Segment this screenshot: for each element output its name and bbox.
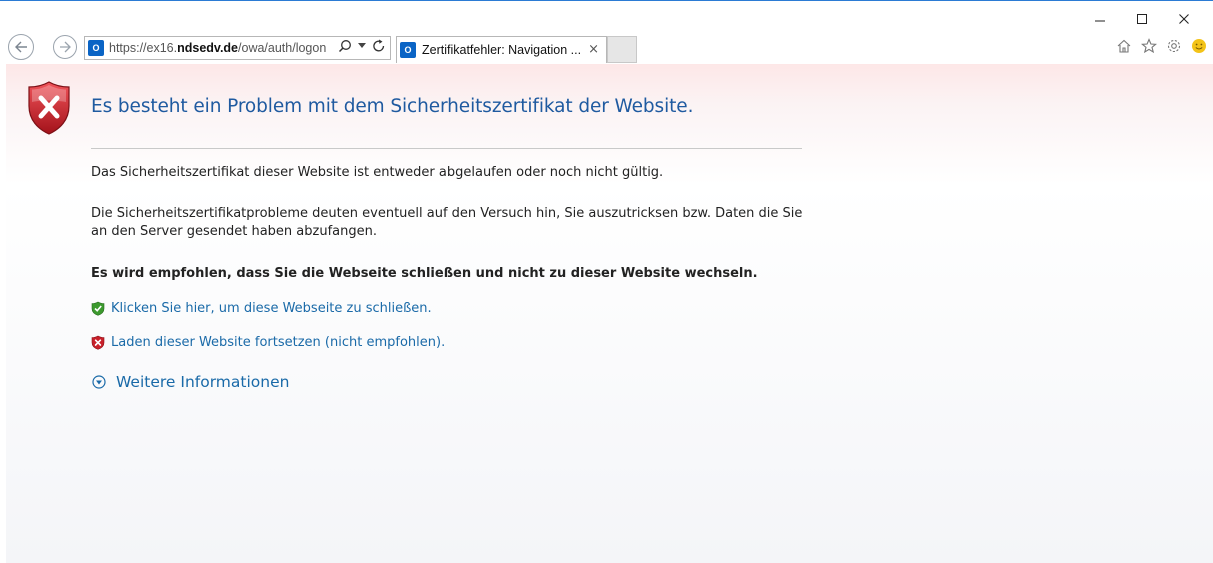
- feedback-smiley-icon[interactable]: [1189, 36, 1209, 56]
- browser-toolbar: O https://ex16.ndsedv.de/owa/auth/logon …: [0, 32, 1213, 64]
- window-top-border: [0, 0, 1213, 1]
- dropdown-arrow-icon[interactable]: [358, 43, 366, 49]
- address-url[interactable]: https://ex16.ndsedv.de/owa/auth/logon: [109, 41, 326, 55]
- favorites-star-icon[interactable]: [1139, 36, 1159, 56]
- back-arrow-icon: [15, 41, 27, 53]
- forward-button[interactable]: [53, 35, 77, 59]
- shield-error-icon: [26, 80, 72, 140]
- settings-gear-icon[interactable]: [1164, 36, 1184, 56]
- url-prefix: https://ex16.: [109, 41, 178, 55]
- close-window-button[interactable]: [1166, 8, 1202, 30]
- continue-to-website-link[interactable]: Laden dieser Website fortsetzen (nicht e…: [91, 335, 445, 350]
- close-page-link[interactable]: Klicken Sie hier, um diese Webseite zu s…: [91, 301, 432, 316]
- url-domain: ndsedv.de: [177, 41, 239, 55]
- tab-title: Zertifikatfehler: Navigation ...: [422, 43, 582, 57]
- tab-close-button[interactable]: ×: [588, 42, 599, 57]
- tab-certificate-error[interactable]: O Zertifikatfehler: Navigation ... ×: [396, 36, 607, 63]
- new-tab-button[interactable]: [607, 36, 637, 63]
- url-path: /owa/auth/logon: [238, 41, 327, 55]
- shield-x-icon: [91, 335, 105, 350]
- shield-check-icon: [91, 301, 105, 316]
- back-button[interactable]: [8, 34, 34, 60]
- forward-arrow-icon: [60, 41, 71, 53]
- divider: [91, 148, 802, 149]
- certificate-expired-text: Das Sicherheitszertifikat dieser Website…: [91, 165, 664, 180]
- maximize-button[interactable]: [1124, 8, 1160, 30]
- more-information-text[interactable]: Weitere Informationen: [116, 373, 289, 391]
- more-information-toggle[interactable]: Weitere Informationen: [92, 373, 289, 391]
- outlook-icon: O: [88, 40, 104, 56]
- continue-link-text[interactable]: Laden dieser Website fortsetzen (nicht e…: [111, 335, 445, 350]
- recommendation-text: Es wird empfohlen, dass Sie die Webseite…: [91, 266, 758, 281]
- certificate-warning-text: Die Sicherheitszertifikatprobleme deuten…: [91, 206, 803, 239]
- search-icon[interactable]: [338, 39, 352, 53]
- maximize-icon: [1137, 14, 1147, 24]
- chevron-down-circle-icon: [92, 375, 106, 389]
- close-icon: [1179, 14, 1189, 24]
- page-title: Es besteht ein Problem mit dem Sicherhei…: [91, 96, 694, 117]
- minimize-icon: [1095, 20, 1105, 22]
- outlook-icon: O: [400, 42, 416, 58]
- toolbar-right-icons: [1114, 36, 1209, 56]
- refresh-icon[interactable]: [372, 39, 386, 53]
- minimize-button[interactable]: [1082, 8, 1118, 30]
- home-icon[interactable]: [1114, 36, 1134, 56]
- close-page-link-text[interactable]: Klicken Sie hier, um diese Webseite zu s…: [111, 301, 432, 316]
- address-bar[interactable]: O https://ex16.ndsedv.de/owa/auth/logon: [84, 36, 391, 60]
